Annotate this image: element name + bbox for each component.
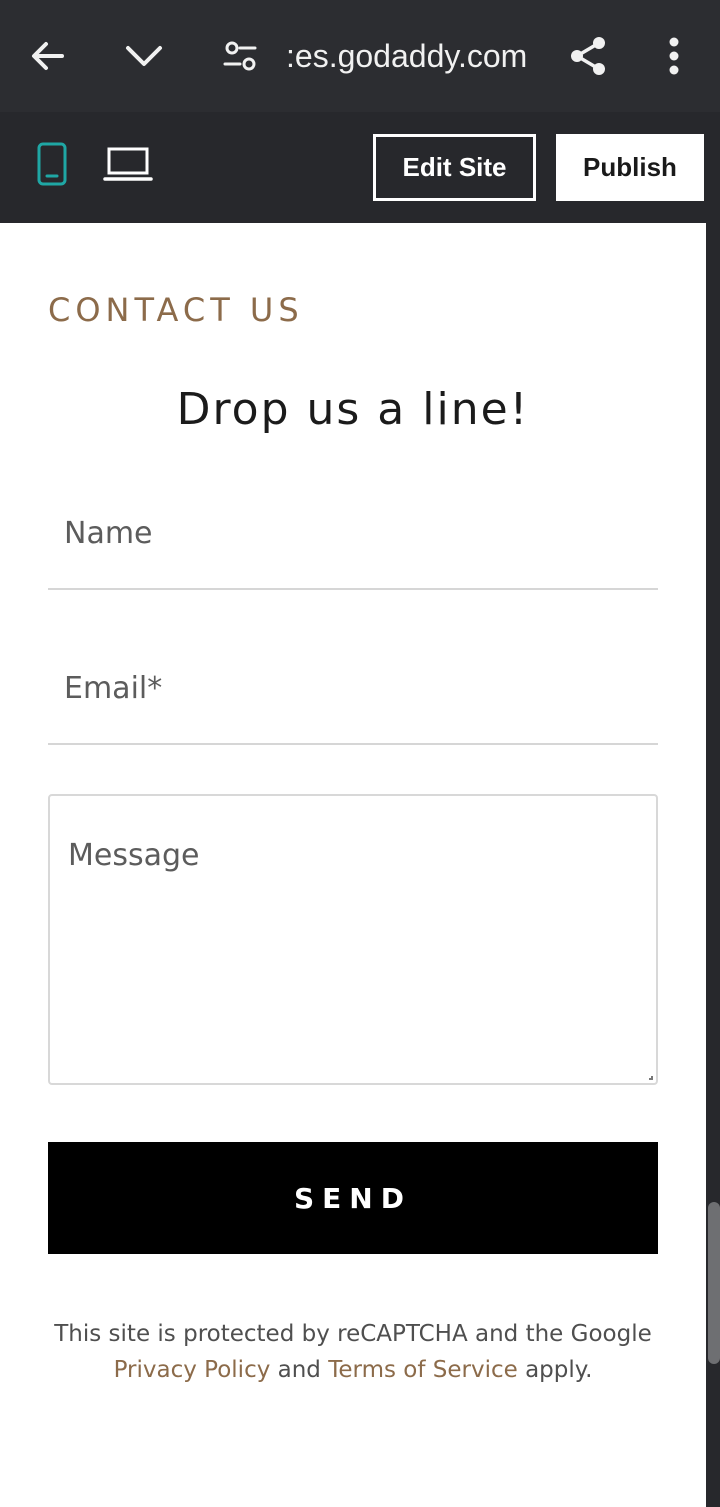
email-placeholder: Email*: [64, 671, 163, 706]
chevron-down-icon[interactable]: [116, 28, 172, 84]
url-text[interactable]: :es.godaddy.com: [286, 34, 536, 78]
privacy-policy-link[interactable]: Privacy Policy: [114, 1357, 271, 1383]
email-field[interactable]: Email*: [48, 649, 658, 745]
publish-button[interactable]: Publish: [556, 134, 704, 201]
more-vert-icon[interactable]: [646, 28, 702, 84]
name-field[interactable]: Name: [48, 494, 658, 590]
recaptcha-text: This site is protected by reCAPTCHA and …: [54, 1321, 652, 1347]
contact-headline: Drop us a line!: [176, 384, 530, 435]
back-arrow-icon[interactable]: [20, 28, 76, 84]
site-settings-icon[interactable]: [212, 28, 268, 84]
name-placeholder: Name: [64, 516, 153, 551]
recaptcha-apply: apply.: [525, 1357, 593, 1383]
send-button[interactable]: SEND: [48, 1142, 658, 1254]
share-icon[interactable]: [560, 28, 616, 84]
edit-site-button[interactable]: Edit Site: [373, 134, 536, 201]
message-field[interactable]: Message: [48, 794, 658, 1085]
message-placeholder: Message: [68, 838, 200, 873]
recaptcha-notice: This site is protected by reCAPTCHA and …: [48, 1316, 658, 1388]
section-label: CONTACT US: [48, 291, 304, 329]
laptop-icon[interactable]: [100, 142, 156, 186]
scrollbar-thumb[interactable]: [708, 1202, 720, 1364]
recaptcha-and: and: [277, 1357, 321, 1383]
browser-toolbar: :es.godaddy.com: [0, 0, 720, 112]
terms-of-service-link[interactable]: Terms of Service: [328, 1357, 518, 1383]
resize-grip-icon[interactable]: [649, 1076, 653, 1080]
mobile-icon[interactable]: [30, 140, 74, 188]
